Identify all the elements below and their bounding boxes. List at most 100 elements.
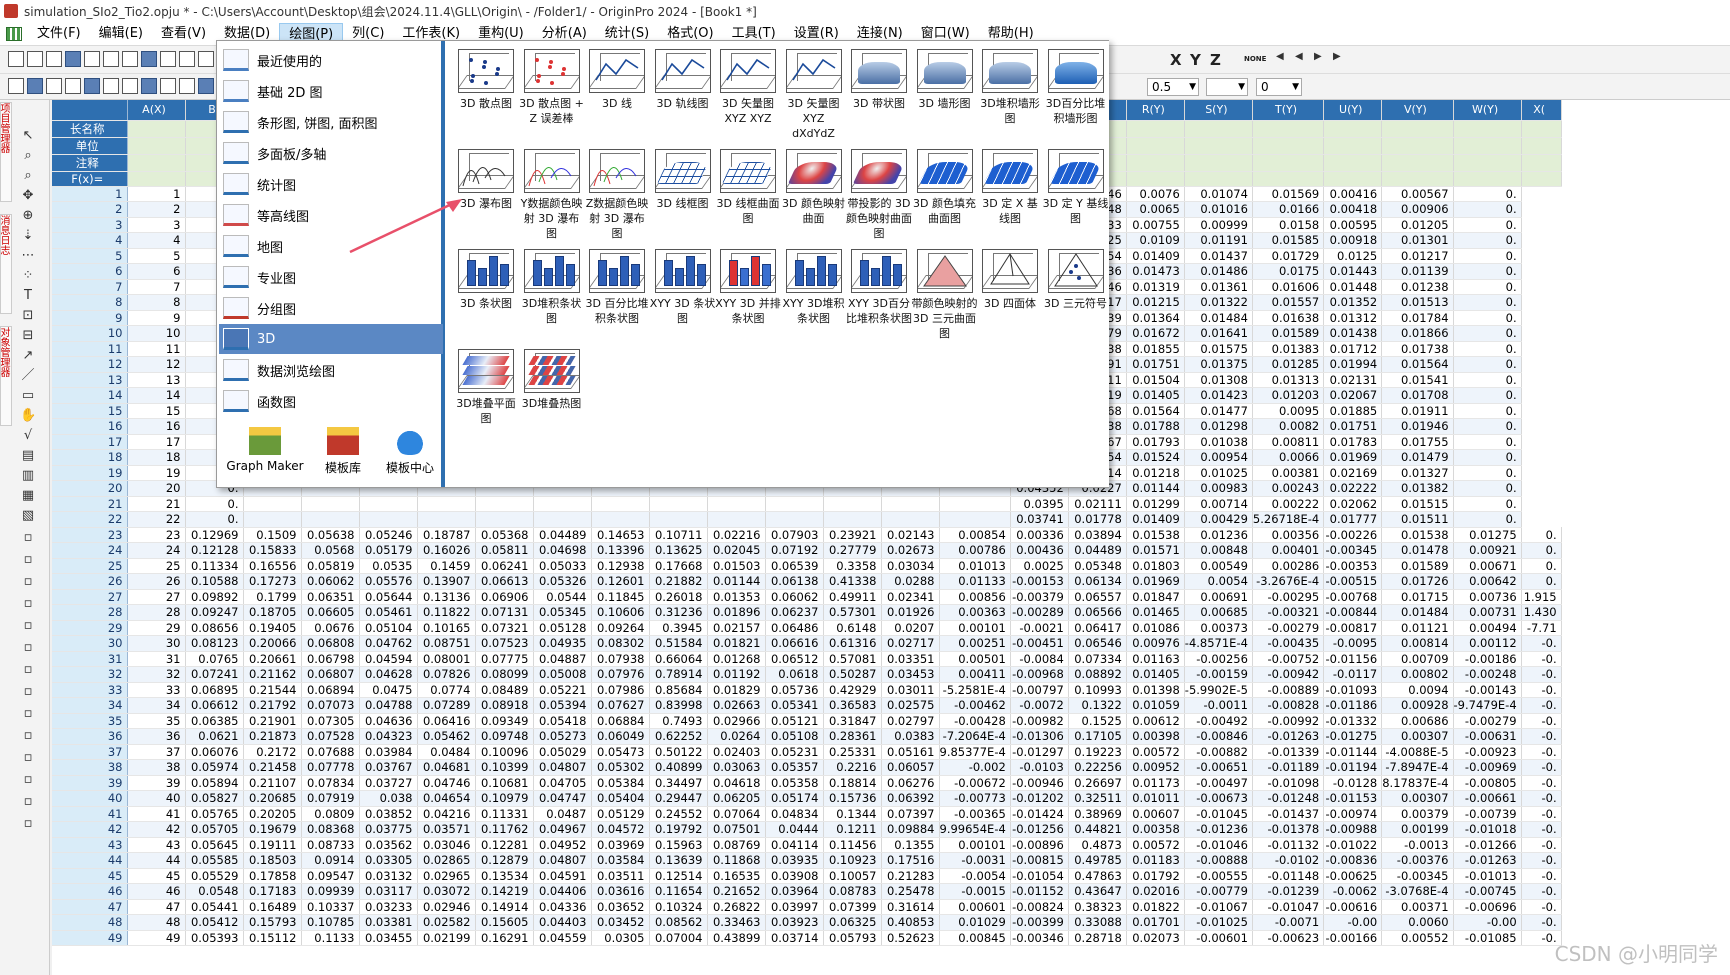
graph-template-tile[interactable]: 3D 线框曲面图 [715, 149, 781, 226]
cell[interactable]: 0. [1453, 511, 1522, 528]
cell[interactable]: 0.41338 [823, 573, 882, 590]
cell[interactable]: 0.4873 [1068, 837, 1127, 853]
cell[interactable]: 19 [127, 465, 186, 481]
graph-template-tile[interactable]: Z数据颜色映射 3D 瀑布图 [584, 149, 650, 241]
cell[interactable]: 0.01866 [1381, 325, 1454, 342]
cell[interactable]: -0.00805 [1453, 775, 1522, 791]
cell[interactable]: 0.00572 [1126, 837, 1185, 853]
cell[interactable]: 0.06798 [301, 651, 360, 667]
cell[interactable]: 0.07627 [591, 697, 650, 714]
cell[interactable]: 0.15736 [823, 790, 882, 807]
cell[interactable]: 0.05462 [417, 728, 476, 745]
graph-category-item[interactable]: 函数图 [219, 386, 443, 416]
row-header[interactable]: 16 [52, 418, 128, 435]
nav-arrow-icon[interactable]: ◀ [1276, 51, 1292, 67]
cell[interactable]: 0.0548 [185, 883, 244, 900]
cell[interactable]: 0.02157 [707, 620, 766, 636]
cell[interactable]: -0.00555 [1184, 868, 1253, 884]
cell[interactable]: 0.03011 [881, 682, 940, 698]
cell[interactable]: 0.04935 [533, 635, 592, 652]
cell[interactable]: 0.11331 [475, 806, 534, 822]
cell[interactable]: 0.05441 [185, 899, 244, 915]
cell[interactable]: 0.00714 [1184, 496, 1253, 512]
meta-cell[interactable] [1521, 154, 1562, 172]
cell[interactable]: 0.10588 [185, 573, 244, 590]
cell[interactable]: 0.21458 [243, 759, 302, 776]
meta-row-label[interactable]: F(x)= [52, 171, 128, 187]
cell[interactable]: -0.01153 [1323, 790, 1383, 807]
meta-cell[interactable] [1521, 171, 1562, 187]
cell[interactable]: 0.78914 [649, 666, 708, 683]
graph-template-tile[interactable]: 3D堆叠平面图 [453, 349, 519, 426]
meta-cell[interactable] [127, 137, 186, 155]
cell[interactable] [649, 511, 708, 528]
cell[interactable]: 0.34497 [649, 775, 708, 791]
graph-template-tile[interactable]: 带颜色映射的 3D 三元曲面图 [912, 249, 978, 341]
cell[interactable]: 0.06613 [475, 573, 534, 590]
cell[interactable]: 0.0095 [1252, 403, 1325, 419]
cell[interactable]: 0.00811 [1252, 434, 1325, 450]
cell[interactable]: -0.00248 [1453, 666, 1522, 683]
cell[interactable]: 0.02582 [417, 914, 476, 931]
cell[interactable]: 0.03072 [417, 883, 476, 900]
cell[interactable]: 38 [127, 759, 186, 776]
cell[interactable]: -0.00969 [1453, 759, 1522, 776]
cell[interactable]: -0.00186 [1453, 651, 1522, 667]
cell[interactable]: 0.11845 [591, 589, 650, 605]
cell[interactable]: 0.11654 [649, 883, 708, 900]
cell[interactable]: 0.01215 [1126, 294, 1185, 311]
cell[interactable]: -0.00295 [1252, 589, 1325, 605]
tool-icon[interactable]: ▥ [20, 468, 36, 484]
cell[interactable]: 0.01589 [1252, 325, 1325, 342]
graph-template-tile[interactable]: 3D 条状图 [453, 249, 519, 311]
cell[interactable]: 0.01173 [1126, 775, 1185, 791]
toolbar-button-icon[interactable] [141, 78, 157, 94]
cell[interactable]: -0.00365 [939, 806, 1011, 822]
cell[interactable]: 0.21882 [649, 573, 708, 590]
meta-cell[interactable] [127, 154, 186, 172]
cell[interactable]: 0.06906 [475, 589, 534, 605]
cell[interactable]: -0.01202 [1010, 790, 1069, 807]
cell[interactable]: 0.09748 [475, 728, 534, 745]
cell[interactable]: 0.0676 [301, 620, 360, 636]
cell[interactable]: 0.02575 [881, 697, 940, 714]
cell[interactable]: 0.05529 [185, 868, 244, 884]
cell[interactable]: -0.00166 [1323, 930, 1383, 946]
cell[interactable]: -0.0031 [939, 852, 1011, 869]
cell[interactable]: 0.04216 [417, 806, 476, 822]
graph-template-tile[interactable]: 3D 线 [584, 49, 650, 111]
cell[interactable]: -0. [1521, 837, 1562, 853]
cell[interactable]: -0.00888 [1184, 852, 1253, 869]
cell[interactable]: 0.18503 [243, 852, 302, 869]
cell[interactable]: 0.00411 [939, 666, 1011, 683]
cell[interactable]: 0.17668 [649, 558, 708, 574]
cell[interactable]: 0.00686 [1381, 713, 1454, 729]
cell[interactable]: 0.06416 [417, 713, 476, 729]
cell[interactable]: 0.06062 [765, 589, 824, 605]
cell[interactable]: 0.26018 [649, 589, 708, 605]
cell[interactable]: 0.00436 [1010, 542, 1069, 559]
cell[interactable]: -0.01018 [1453, 821, 1522, 838]
cell[interactable] [533, 496, 592, 512]
nav-arrow-icon[interactable]: ▶ [1314, 51, 1330, 67]
cell[interactable]: 0.08123 [185, 635, 244, 652]
cell[interactable]: 0.01443 [1323, 263, 1383, 280]
cell[interactable]: 0.1355 [881, 837, 940, 853]
cell[interactable]: -0. [1521, 914, 1562, 931]
meta-cell[interactable] [1184, 137, 1253, 155]
row-header[interactable]: 18 [52, 449, 128, 466]
cell[interactable]: 0.0066 [1252, 449, 1325, 466]
cell[interactable]: 0.21652 [707, 883, 766, 900]
cell[interactable]: 0.85684 [649, 682, 708, 698]
tool-icon[interactable]: ▫ [20, 750, 36, 766]
cell[interactable]: 0.00921 [1453, 542, 1522, 559]
row-header[interactable]: 1 [52, 186, 128, 202]
tool-icon[interactable]: ⊟ [20, 328, 36, 344]
cell[interactable]: -0.00346 [1010, 930, 1069, 946]
row-header[interactable]: 4 [52, 232, 128, 249]
cell[interactable]: 0.06895 [185, 682, 244, 698]
cell[interactable]: -0.0072 [1010, 697, 1069, 714]
cell[interactable]: 0.09892 [185, 589, 244, 605]
cell[interactable]: 0.05345 [533, 604, 592, 621]
cell[interactable]: 0.16026 [417, 542, 476, 559]
